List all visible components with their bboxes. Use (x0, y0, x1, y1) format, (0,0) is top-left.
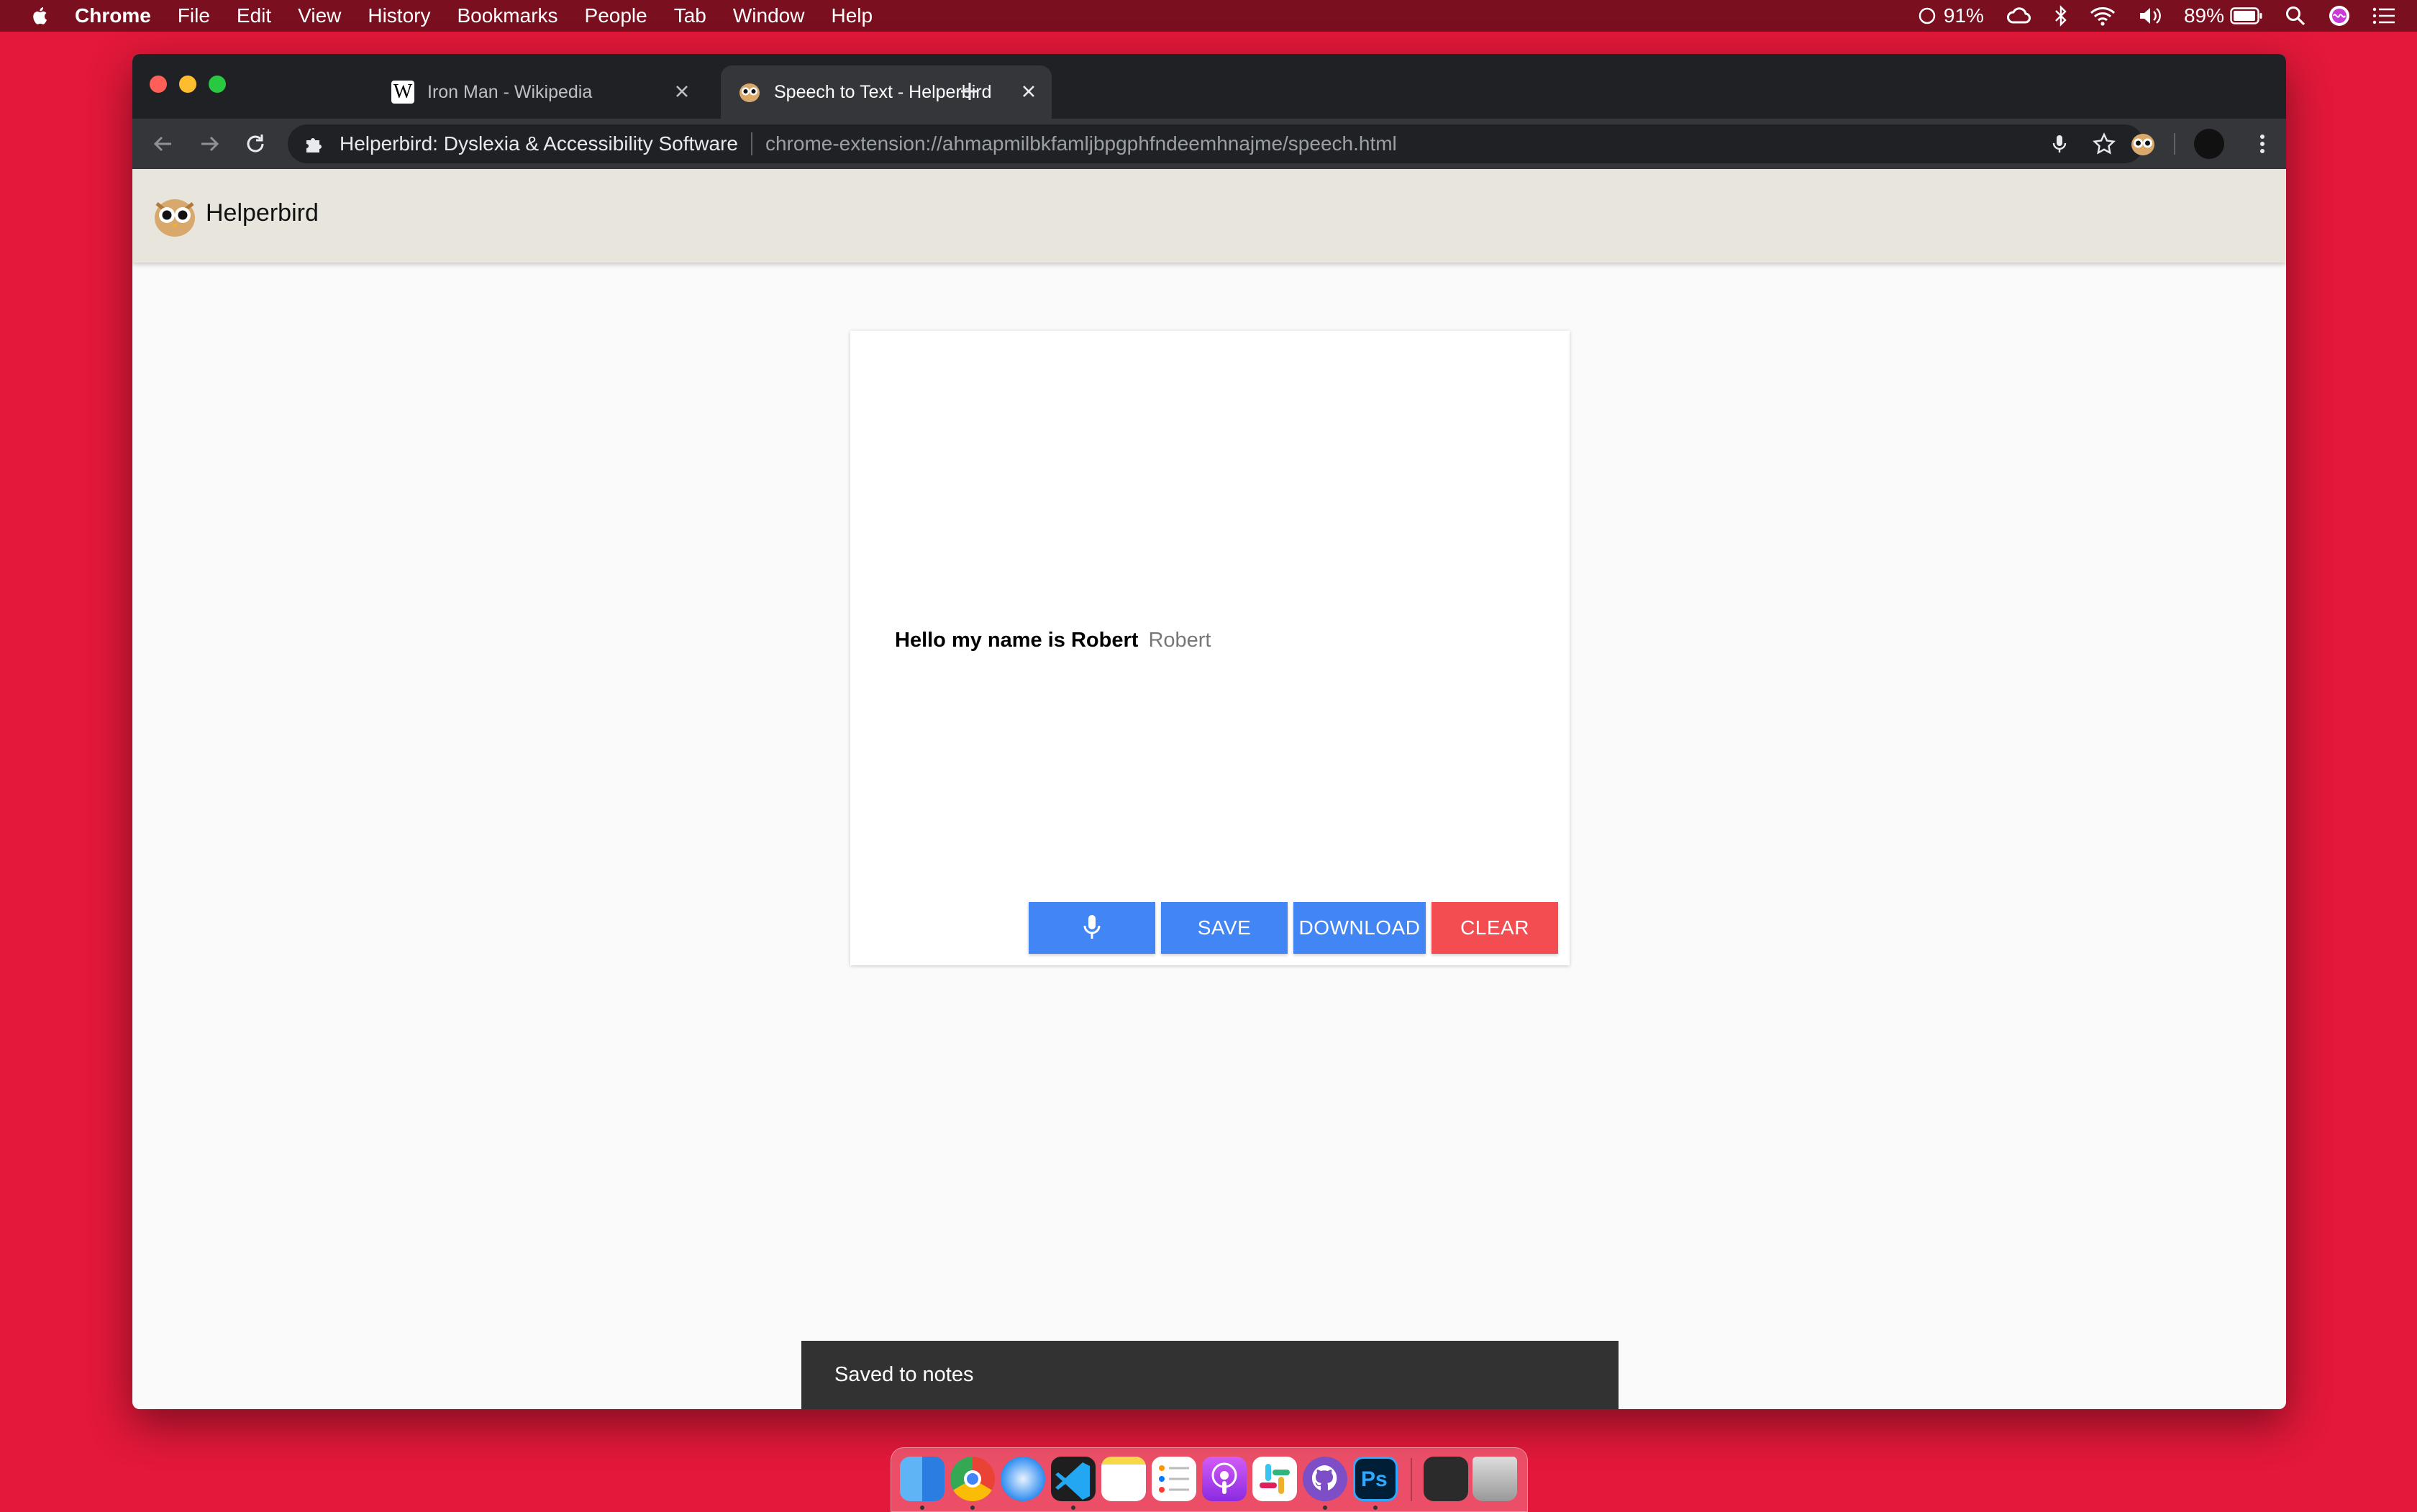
puzzle-extension-icon (306, 138, 322, 152)
microphone-icon (1083, 915, 1101, 939)
window-zoom-button[interactable] (209, 76, 226, 93)
slack-icon[interactable] (1252, 1457, 1297, 1501)
transcript-area[interactable]: Hello my name is Robert Robert (895, 629, 1211, 652)
cpu-percent: 91% (1943, 4, 1984, 27)
siri-icon[interactable] (2328, 4, 2351, 27)
notes-icon[interactable] (1101, 1457, 1146, 1501)
forward-arrow-icon[interactable] (197, 132, 222, 156)
macos-menu-bar: Chrome File Edit View History Bookmarks … (0, 0, 2417, 32)
new-tab-plus-icon[interactable] (957, 78, 983, 104)
reminders-icon[interactable] (1152, 1457, 1196, 1501)
helperbird-extension-icon[interactable] (2129, 130, 2157, 158)
bookmark-star-icon[interactable] (2092, 132, 2116, 156)
creative-cloud-icon[interactable] (2006, 6, 2033, 25)
photoshop-glyph: Ps (1361, 1467, 1388, 1491)
running-indicator (920, 1506, 924, 1510)
profile-avatar[interactable] (2194, 129, 2224, 159)
volume-icon[interactable] (2138, 6, 2162, 26)
bluetooth-icon[interactable] (2054, 5, 2067, 27)
status-area: 91% 89% (1896, 0, 2395, 32)
page-header: Helperbird (132, 169, 2286, 263)
menu-window[interactable]: Window (733, 4, 805, 27)
snackbar-message: Saved to notes (834, 1363, 974, 1386)
slack-logo-icon (1260, 1464, 1290, 1494)
close-tab-icon[interactable] (672, 81, 692, 101)
download-button[interactable]: DOWNLOAD (1293, 902, 1426, 954)
spotlight-search-icon[interactable] (2285, 5, 2306, 27)
menu-tab[interactable]: Tab (674, 4, 706, 27)
podcasts-icon[interactable] (1202, 1457, 1247, 1501)
photoshop-icon[interactable]: Ps (1353, 1457, 1398, 1501)
finder-icon[interactable] (900, 1457, 945, 1501)
menu-chrome[interactable]: Chrome (75, 4, 151, 27)
window-close-button[interactable] (150, 76, 167, 93)
transcript-interim-text: Robert (1148, 629, 1211, 652)
github-desktop-icon[interactable] (1303, 1457, 1347, 1501)
brand-name[interactable]: Helperbird (206, 199, 319, 227)
address-bar[interactable]: Helperbird: Dyslexia & Accessibility Sof… (288, 124, 2144, 163)
cpu-monitor[interactable]: 91% (1918, 4, 1984, 27)
vscode-icon[interactable] (1051, 1457, 1096, 1501)
running-indicator (1373, 1506, 1378, 1510)
notification-center-icon[interactable] (2372, 6, 2395, 25)
transcript-final-text: Hello my name is Robert (895, 629, 1139, 652)
dock-divider (1411, 1458, 1412, 1501)
microphone-button[interactable] (1029, 902, 1155, 954)
toolbar-divider (2174, 133, 2175, 155)
battery-icon (2230, 7, 2262, 24)
menu-bookmarks[interactable]: Bookmarks (457, 4, 557, 27)
window-minimize-button[interactable] (179, 76, 196, 93)
save-button[interactable]: SAVE (1161, 902, 1288, 954)
clear-button[interactable]: CLEAR (1431, 902, 1558, 954)
browser-toolbar: Helperbird: Dyslexia & Accessibility Sof… (132, 119, 2286, 169)
tab-title: Iron Man - Wikipedia (427, 81, 593, 102)
omnibox-divider (750, 132, 752, 155)
menu-help[interactable]: Help (831, 4, 873, 27)
chrome-icon-center (964, 1470, 981, 1488)
running-indicator (1071, 1506, 1075, 1510)
trash-icon[interactable] (1472, 1457, 1517, 1501)
reminders-list-icon (1159, 1465, 1189, 1493)
snackbar: Saved to notes (801, 1341, 1619, 1409)
github-octocat-icon (1311, 1465, 1337, 1490)
menu-history[interactable]: History (368, 4, 430, 27)
chrome-icon[interactable] (950, 1457, 995, 1501)
tab-speech-to-text[interactable]: Speech to Text - Helperbird (721, 65, 1052, 119)
macos-dock: Ps (891, 1447, 1528, 1512)
helperbird-owl-favicon-icon (739, 83, 760, 102)
back-arrow-icon[interactable] (151, 132, 176, 156)
safari-icon[interactable] (1001, 1457, 1045, 1501)
tab-strip: W Iron Man - Wikipedia Speech to Text - … (132, 54, 2286, 119)
menu-edit[interactable]: Edit (237, 4, 271, 27)
apple-logo-icon[interactable] (29, 5, 50, 27)
url-text[interactable]: chrome-extension://ahmapmilbkfamljbpgphf… (765, 132, 1397, 155)
tab-iron-man-wikipedia[interactable]: W Iron Man - Wikipedia (374, 65, 705, 119)
battery-status[interactable]: 89% (2184, 4, 2263, 27)
wifi-icon[interactable] (2089, 6, 2116, 26)
terminal-icon[interactable] (1424, 1457, 1468, 1501)
vscode-logo-icon (1055, 1462, 1090, 1500)
wikipedia-favicon-icon: W (391, 81, 414, 104)
helperbird-owl-logo-icon (155, 199, 195, 237)
close-tab-icon[interactable] (1019, 81, 1039, 101)
running-indicator (970, 1506, 975, 1510)
reload-icon[interactable] (243, 132, 268, 156)
menu-people[interactable]: People (585, 4, 647, 27)
menu-view[interactable]: View (298, 4, 341, 27)
chrome-window: W Iron Man - Wikipedia Speech to Text - … (132, 54, 2286, 1409)
site-name: Helperbird: Dyslexia & Accessibility Sof… (340, 132, 738, 155)
circle-progress-icon (1918, 7, 1936, 24)
running-indicator (1323, 1506, 1327, 1510)
battery-percent: 89% (2183, 4, 2224, 27)
speech-card: Hello my name is Robert Robert SAVE DOWNL… (850, 331, 1570, 965)
microphone-permission-icon[interactable] (2049, 133, 2070, 155)
chrome-menu-kebab-icon[interactable] (2250, 132, 2275, 156)
podcasts-logo-icon (1211, 1462, 1237, 1494)
menu-file[interactable]: File (178, 4, 210, 27)
